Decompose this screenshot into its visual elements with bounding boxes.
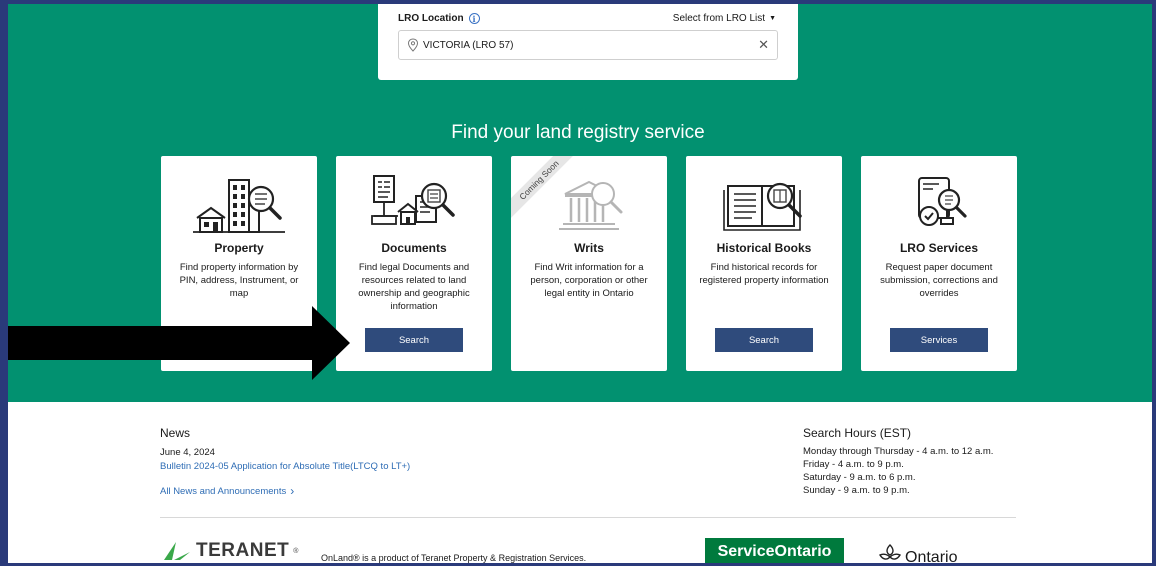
hours-line: Sunday - 9 a.m. to 9 p.m. bbox=[803, 485, 910, 496]
frame-border-left bbox=[0, 0, 8, 566]
all-news-link-label: All News and Announcements bbox=[160, 485, 287, 497]
lro-list-dropdown[interactable]: Select from LRO List ▼ bbox=[673, 13, 776, 24]
hours-line: Monday through Thursday - 4 a.m. to 12 a… bbox=[803, 446, 994, 457]
screenshot-frame: LRO Location i Select from LRO List ▼ VIC… bbox=[0, 0, 1156, 566]
info-icon[interactable]: i bbox=[468, 13, 480, 24]
documents-search-button[interactable]: Search bbox=[365, 328, 463, 352]
book-icon bbox=[723, 182, 802, 231]
card-description: Find property information by PIN, addres… bbox=[179, 262, 299, 299]
card-title: Property bbox=[214, 241, 264, 255]
card-description: Find Writ information for a person, corp… bbox=[530, 262, 648, 299]
teranet-wordmark: TERANET bbox=[196, 540, 290, 561]
lro-location-value: VICTORIA (LRO 57) bbox=[423, 39, 514, 51]
card-description: Find historical records for registered p… bbox=[699, 262, 829, 286]
teranet-logo[interactable]: TERANET ® bbox=[162, 540, 298, 562]
frame-border-right bbox=[1152, 0, 1156, 566]
lro-services-icon bbox=[918, 177, 967, 226]
caret-down-icon: ▼ bbox=[769, 15, 776, 22]
hero-title: Find your land registry service bbox=[451, 122, 705, 143]
lro-location-panel: LRO Location i Select from LRO List ▼ VIC… bbox=[378, 4, 798, 80]
card-historical-books[interactable]: Historical Books Find historical records… bbox=[686, 156, 842, 371]
trillium-icon bbox=[879, 544, 901, 560]
property-icon bbox=[193, 179, 285, 233]
lro-location-label-group: LRO Location i bbox=[398, 13, 480, 24]
card-title: LRO Services bbox=[899, 241, 979, 255]
footer-divider bbox=[160, 517, 1016, 518]
chevron-right-icon: › bbox=[290, 484, 295, 498]
onland-product-note: OnLand® is a product of Teranet Property… bbox=[321, 553, 587, 563]
annotation-arrow-icon bbox=[0, 306, 350, 380]
location-pin-icon bbox=[407, 38, 419, 52]
documents-icon bbox=[371, 175, 455, 225]
lro-location-input[interactable]: VICTORIA (LRO 57) ✕ bbox=[398, 30, 778, 60]
search-hours-list: Monday through Thursday - 4 a.m. to 12 a… bbox=[803, 445, 993, 497]
teranet-swoosh-icon bbox=[164, 542, 190, 560]
card-title: Writs bbox=[574, 241, 604, 255]
lro-services-button[interactable]: Services bbox=[890, 328, 988, 352]
lro-list-dropdown-label: Select from LRO List bbox=[672, 13, 766, 24]
card-documents[interactable]: Documents Find legal Documents and resou… bbox=[336, 156, 492, 371]
lro-location-label: LRO Location bbox=[398, 13, 464, 24]
card-title: Historical Books bbox=[716, 241, 812, 255]
serviceontario-logo[interactable]: ServiceOntario bbox=[705, 538, 844, 566]
card-description: Find legal Documents and resources relat… bbox=[358, 262, 470, 312]
card-writs: Coming Soon Writs Find Writ information … bbox=[511, 156, 667, 371]
card-title: Documents bbox=[381, 241, 447, 255]
teranet-trademark: ® bbox=[293, 547, 299, 555]
historical-books-search-button[interactable]: Search bbox=[715, 328, 813, 352]
news-bulletin-link[interactable]: Bulletin 2024-05 Application for Absolut… bbox=[160, 461, 410, 472]
all-news-link[interactable]: All News and Announcements › bbox=[160, 484, 294, 498]
courthouse-icon bbox=[559, 180, 623, 230]
frame-border-top bbox=[0, 0, 1156, 4]
clear-icon[interactable]: ✕ bbox=[758, 37, 769, 53]
card-lro-services[interactable]: LRO Services Request paper document subm… bbox=[861, 156, 1017, 371]
card-description: Request paper document submission, corre… bbox=[880, 262, 998, 299]
search-hours-heading: Search Hours (EST) bbox=[803, 426, 912, 440]
hours-line: Saturday - 9 a.m. to 6 p.m. bbox=[803, 472, 916, 483]
hours-line: Friday - 4 a.m. to 9 p.m. bbox=[803, 459, 904, 470]
news-date: June 4, 2024 bbox=[160, 447, 215, 458]
news-heading: News bbox=[160, 426, 191, 440]
